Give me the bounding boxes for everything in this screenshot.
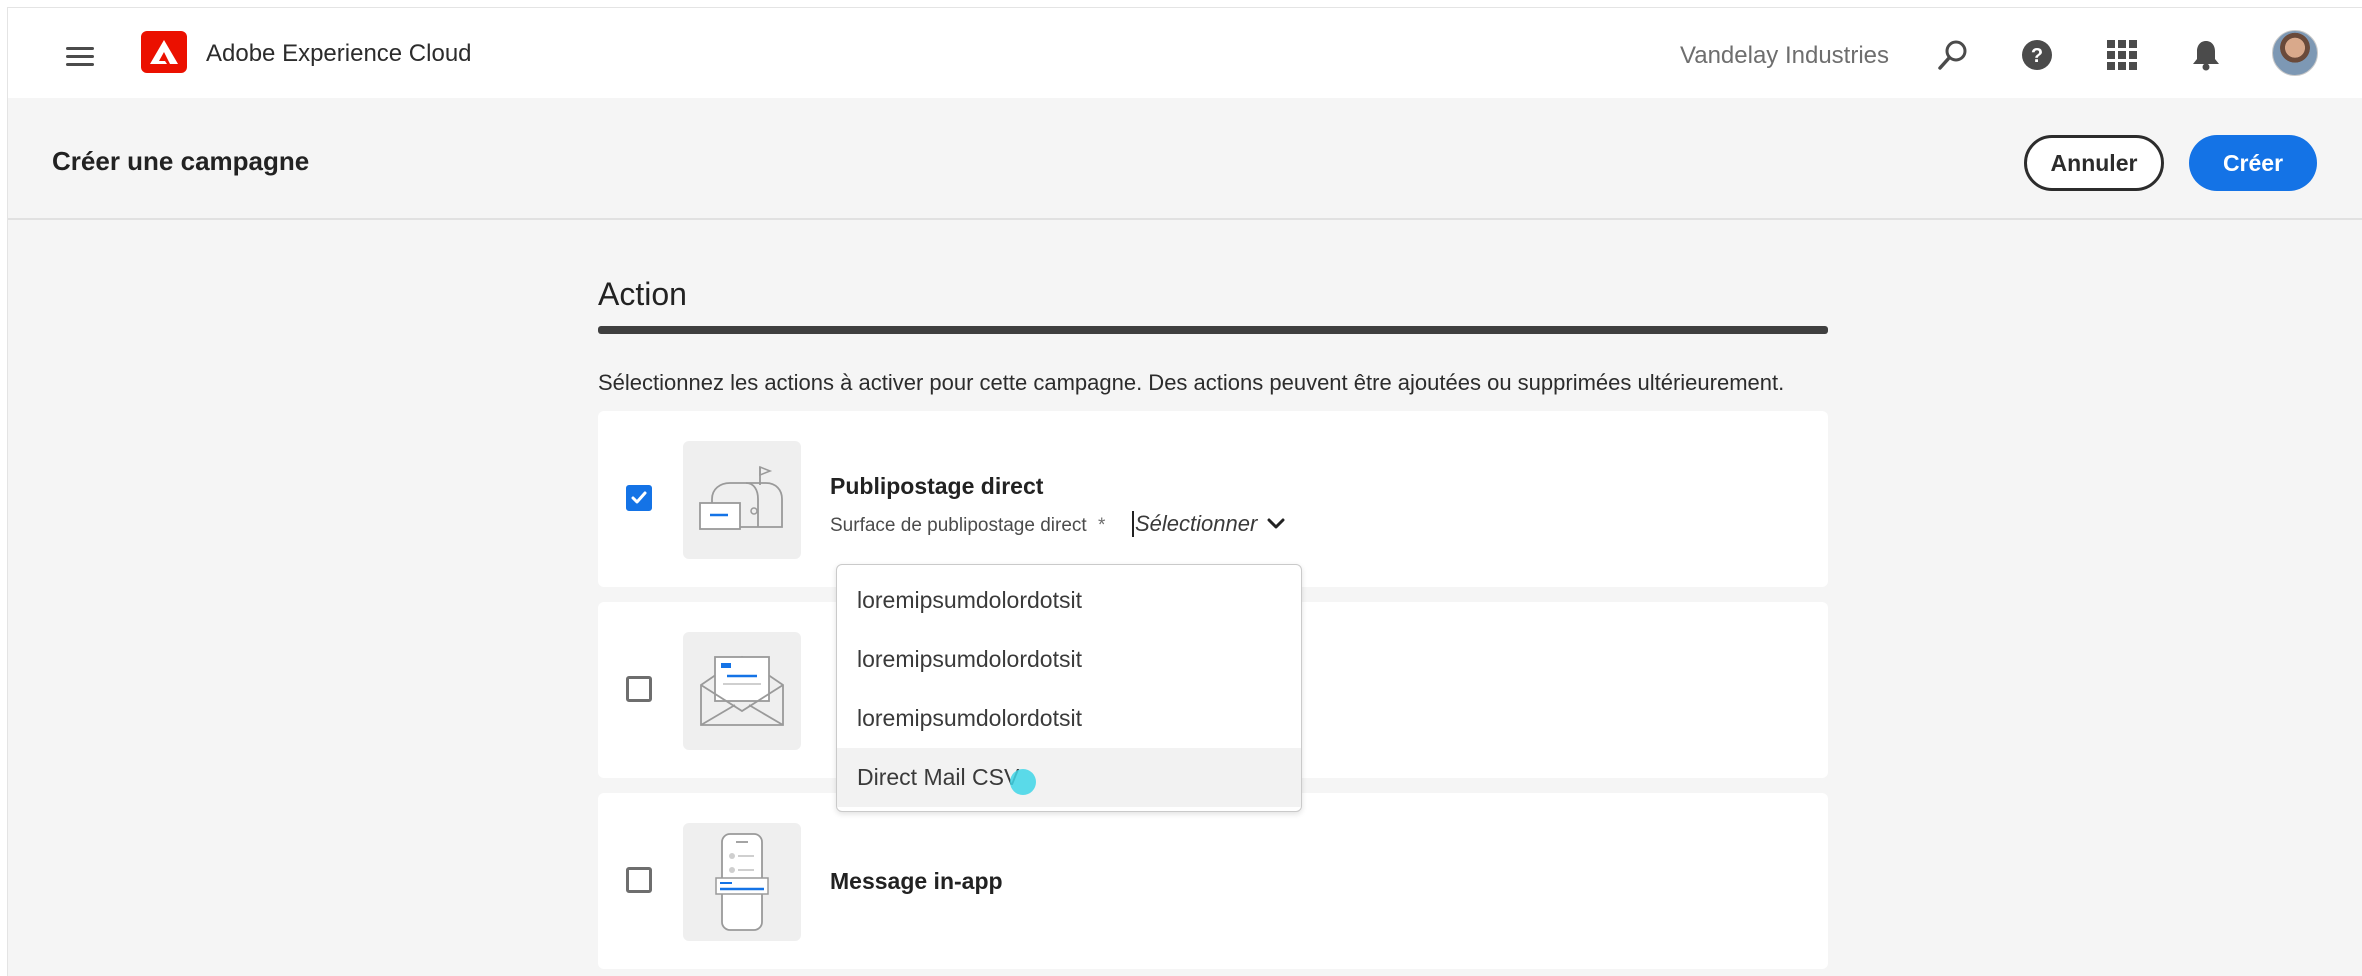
apps-grid-icon[interactable] [2103,36,2141,74]
direct-mail-title: Publipostage direct [830,473,1044,499]
section-description: Sélectionnez les actions à activer pour … [598,370,1785,395]
action-card-direct-mail: Publipostage direct Surface de publipost… [598,411,1828,587]
menu-icon[interactable] [66,44,96,68]
mouse-cursor-indicator [1010,769,1036,795]
in-app-checkbox[interactable] [626,867,652,893]
svg-text:?: ? [2031,45,2043,67]
required-asterisk: * [1097,515,1106,536]
mailbox-icon [683,441,801,559]
email-envelope-icon [683,632,801,750]
field-label-text: Surface de publipostage direct [830,515,1087,536]
picker-value: Sélectionner [1132,511,1257,537]
cancel-button[interactable]: Annuler [2024,135,2164,191]
dropdown-option[interactable]: loremipsumdolordotsit [837,689,1301,748]
search-icon[interactable] [1934,36,1972,74]
user-avatar[interactable] [2272,30,2318,76]
chevron-down-icon [1267,518,1285,529]
action-card-in-app: Message in-app [598,793,1828,969]
direct-mail-surface-label: Surface de publipostage direct * [830,515,1105,537]
help-icon[interactable]: ? [2018,36,2056,74]
dropdown-option[interactable]: loremipsumdolordotsit [837,630,1301,689]
section-divider [598,326,1828,334]
shell-bar: Adobe Experience Cloud Vandelay Industri… [8,8,2362,98]
mobile-phone-icon [683,823,801,941]
app-frame: Adobe Experience Cloud Vandelay Industri… [7,7,2362,976]
direct-mail-checkbox[interactable] [626,485,652,511]
direct-mail-surface-picker[interactable]: Sélectionner [1132,508,1285,540]
dropdown-option-direct-mail-csv[interactable]: Direct Mail CSV [837,748,1301,807]
app-title[interactable]: Adobe Experience Cloud [206,40,472,68]
notifications-bell-icon[interactable] [2187,36,2225,74]
org-switcher[interactable]: Vandelay Industries [1680,42,1889,70]
section-title: Action [598,276,687,312]
create-button[interactable]: Créer [2189,135,2317,191]
dropdown-option[interactable]: loremipsumdolordotsit [837,571,1301,630]
surface-dropdown-menu: loremipsumdolordotsit loremipsumdolordot… [836,564,1302,812]
adobe-logo-icon[interactable] [141,31,187,73]
email-checkbox[interactable] [626,676,652,702]
in-app-title: Message in-app [830,868,1003,894]
page-title: Créer une campagne [52,146,310,176]
page-header: Créer une campagne Annuler Créer [8,98,2362,220]
